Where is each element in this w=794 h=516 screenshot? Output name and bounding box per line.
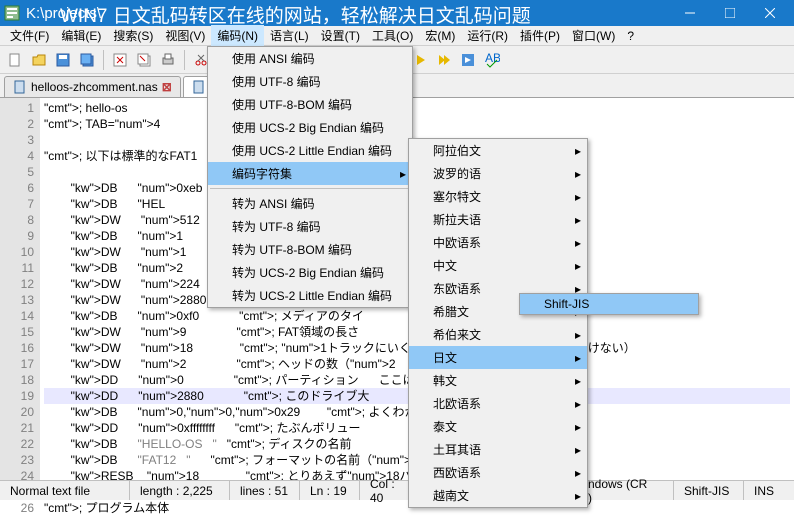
- menu-item[interactable]: 越南文▸: [409, 484, 587, 507]
- toolbar-separator: [184, 50, 185, 70]
- menu-设置T[interactable]: 设置(T): [315, 25, 366, 46]
- menu-item[interactable]: 斯拉夫语▸: [409, 208, 587, 231]
- menu-item[interactable]: 使用 ANSI 编码: [208, 47, 412, 70]
- submenu-arrow-icon: ▸: [575, 397, 581, 411]
- menu-窗口W[interactable]: 窗口(W): [566, 25, 621, 46]
- open-file-icon[interactable]: [28, 49, 50, 71]
- statusbar: Normal text file length : 2,225 lines : …: [0, 480, 794, 500]
- close-file-icon[interactable]: [109, 49, 131, 71]
- submenu-arrow-icon: ▸: [575, 328, 581, 342]
- close-button[interactable]: [750, 0, 790, 26]
- submenu-arrow-icon: ▸: [400, 167, 406, 181]
- menu-item[interactable]: 转为 UTF-8 编码: [208, 215, 412, 238]
- menu-item[interactable]: 转为 UTF-8-BOM 编码: [208, 238, 412, 261]
- app-icon: [4, 5, 20, 21]
- submenu-arrow-icon: ▸: [575, 213, 581, 227]
- menubar: 文件(F)编辑(E)搜索(S)视图(V)编码(N)语言(L)设置(T)工具(O)…: [0, 26, 794, 46]
- titlebar: K:\projects\: [0, 0, 794, 26]
- submenu-arrow-icon: ▸: [575, 466, 581, 480]
- print-icon[interactable]: [157, 49, 179, 71]
- submenu-arrow-icon: ▸: [575, 374, 581, 388]
- new-file-icon[interactable]: [4, 49, 26, 71]
- menu-item[interactable]: 北欧语系▸: [409, 392, 587, 415]
- menu-item[interactable]: 日文▸: [409, 346, 587, 369]
- menu-文件F[interactable]: 文件(F): [4, 25, 55, 46]
- menu-item[interactable]: 使用 UCS-2 Little Endian 编码: [208, 139, 412, 162]
- menu-?[interactable]: ?: [621, 27, 640, 45]
- japanese-submenu: Shift-JIS: [519, 293, 699, 315]
- submenu-arrow-icon: ▸: [575, 167, 581, 181]
- save-all-icon[interactable]: [76, 49, 98, 71]
- submenu-arrow-icon: ▸: [575, 489, 581, 503]
- menu-编辑E[interactable]: 编辑(E): [55, 25, 107, 46]
- file-icon: [13, 80, 27, 94]
- menu-item[interactable]: 波罗的语▸: [409, 162, 587, 185]
- menu-item[interactable]: 希伯来文▸: [409, 323, 587, 346]
- minimize-button[interactable]: [670, 0, 710, 26]
- tab[interactable]: helloos-zhcomment.nas ⊠: [4, 76, 181, 97]
- menu-item[interactable]: 中文▸: [409, 254, 587, 277]
- submenu-arrow-icon: ▸: [575, 259, 581, 273]
- submenu-arrow-icon: ▸: [575, 144, 581, 158]
- charset-submenu: 阿拉伯文▸波罗的语▸塞尔特文▸斯拉夫语▸中欧语系▸中文▸东欧语系▸希腊文▸希伯来…: [408, 138, 588, 508]
- svg-text:ABC: ABC: [485, 52, 500, 65]
- menu-item[interactable]: 转为 UCS-2 Little Endian 编码: [208, 284, 412, 307]
- window-title: K:\projects\: [26, 5, 670, 22]
- menu-item[interactable]: 使用 UTF-8-BOM 编码: [208, 93, 412, 116]
- file-icon: [192, 80, 206, 94]
- menu-搜索S[interactable]: 搜索(S): [107, 25, 159, 46]
- submenu-arrow-icon: ▸: [575, 420, 581, 434]
- menu-item[interactable]: 编码字符集▸: [208, 162, 412, 185]
- menu-插件P[interactable]: 插件(P): [514, 25, 566, 46]
- status-ins: INS: [744, 481, 794, 500]
- menu-运行R[interactable]: 运行(R): [461, 25, 514, 46]
- menu-item[interactable]: 塞尔特文▸: [409, 185, 587, 208]
- menu-item[interactable]: 转为 ANSI 编码: [208, 192, 412, 215]
- macro-play-multi-icon[interactable]: [433, 49, 455, 71]
- menu-item[interactable]: 使用 UCS-2 Big Endian 编码: [208, 116, 412, 139]
- save-icon[interactable]: [52, 49, 74, 71]
- menu-item[interactable]: 阿拉伯文▸: [409, 139, 587, 162]
- menu-item[interactable]: 使用 UTF-8 编码: [208, 70, 412, 93]
- menu-item[interactable]: 西欧语系▸: [409, 461, 587, 484]
- menu-item[interactable]: 泰文▸: [409, 415, 587, 438]
- spellcheck-icon[interactable]: ABC: [481, 49, 503, 71]
- submenu-arrow-icon: ▸: [575, 190, 581, 204]
- menu-编码N[interactable]: 编码(N): [211, 25, 264, 46]
- menu-语言L[interactable]: 语言(L): [264, 25, 315, 46]
- menu-item[interactable]: 土耳其语▸: [409, 438, 587, 461]
- status-encoding: Shift-JIS: [674, 481, 744, 500]
- macro-save-icon[interactable]: [457, 49, 479, 71]
- line-gutter: 1234567891011121314151617181920212223242…: [0, 98, 40, 498]
- toolbar-separator: [103, 50, 104, 70]
- status-filetype: Normal text file: [0, 481, 130, 500]
- menu-item[interactable]: 转为 UCS-2 Big Endian 编码: [208, 261, 412, 284]
- close-all-icon[interactable]: [133, 49, 155, 71]
- tab-label: helloos-zhcomment.nas: [31, 80, 158, 94]
- tab-close-icon[interactable]: ⊠: [162, 80, 172, 94]
- menu-视图V[interactable]: 视图(V): [159, 25, 211, 46]
- maximize-button[interactable]: [710, 0, 750, 26]
- submenu-arrow-icon: ▸: [575, 443, 581, 457]
- encoding-menu: 使用 ANSI 编码使用 UTF-8 编码使用 UTF-8-BOM 编码使用 U…: [207, 46, 413, 308]
- status-length: length : 2,225: [130, 481, 230, 500]
- menu-宏M[interactable]: 宏(M): [419, 25, 461, 46]
- submenu-arrow-icon: ▸: [575, 351, 581, 365]
- status-lines: lines : 51: [230, 481, 300, 500]
- menu-item[interactable]: 中欧语系▸: [409, 231, 587, 254]
- status-ln: Ln : 19: [300, 481, 360, 500]
- menu-item[interactable]: 韩文▸: [409, 369, 587, 392]
- submenu-arrow-icon: ▸: [575, 236, 581, 250]
- menu-separator: [210, 188, 410, 189]
- menu-工具O[interactable]: 工具(O): [366, 25, 419, 46]
- menu-item[interactable]: Shift-JIS: [520, 294, 698, 314]
